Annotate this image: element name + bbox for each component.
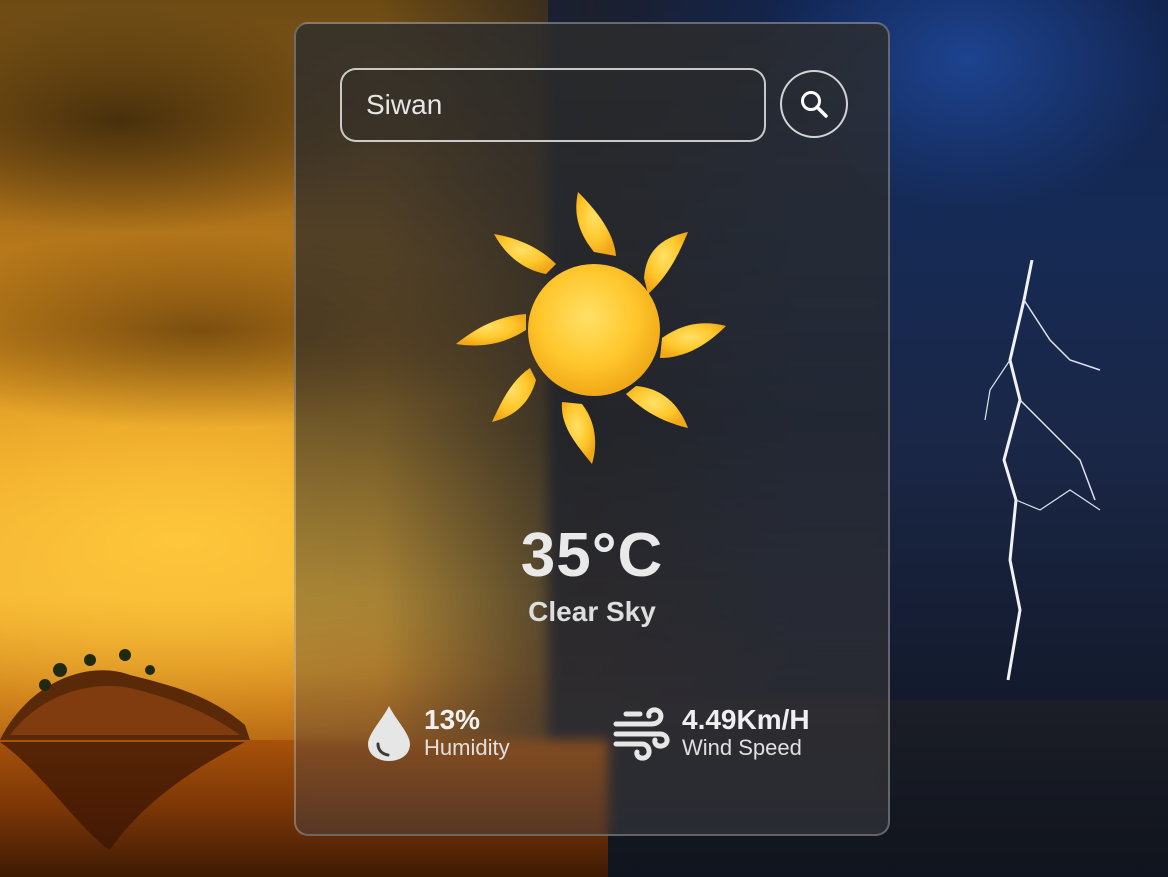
humidity-label: Humidity <box>424 735 510 760</box>
search-input[interactable] <box>342 89 764 121</box>
weather-card: 35°C Clear Sky 13% Humidity 4.49Km/H Win… <box>294 22 890 836</box>
wind-stat: 4.49Km/H Wind Speed <box>612 704 810 762</box>
temperature: 35°C <box>520 521 664 590</box>
wind-icon <box>613 707 670 761</box>
search-icon <box>801 91 828 118</box>
wind-value: 4.49Km/H <box>682 704 810 735</box>
humidity-value: 13% <box>424 704 481 735</box>
water-drop-icon <box>368 706 410 761</box>
island-silhouette <box>0 649 250 850</box>
weather-condition: Clear Sky <box>528 596 656 627</box>
wind-label: Wind Speed <box>682 735 802 760</box>
humidity-stat: 13% Humidity <box>366 704 510 762</box>
search-box <box>340 68 766 142</box>
lightning-bolt <box>984 260 1101 681</box>
sun-icon <box>456 192 726 464</box>
search-button[interactable] <box>780 70 848 138</box>
